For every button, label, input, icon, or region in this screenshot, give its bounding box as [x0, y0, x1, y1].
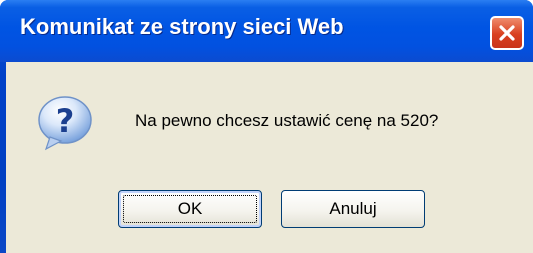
dialog-body: ? Na pewno chcesz ustawić cenę na 520? O…: [6, 62, 533, 253]
close-icon: [499, 25, 515, 41]
dialog-window: Komunikat ze strony sieci Web ? Na pewno…: [0, 0, 533, 253]
cancel-button-label: Anuluj: [329, 199, 377, 218]
title-bar[interactable]: Komunikat ze strony sieci Web: [0, 0, 533, 62]
close-button[interactable]: [490, 16, 524, 50]
cancel-button[interactable]: Anuluj: [281, 190, 425, 228]
svg-text:?: ?: [56, 102, 75, 140]
ok-button[interactable]: OK: [118, 190, 262, 228]
focus-ring: [123, 195, 257, 223]
question-icon: ?: [38, 96, 92, 151]
window-title: Komunikat ze strony sieci Web: [20, 14, 344, 39]
dialog-message: Na pewno chcesz ustawić cenę na 520?: [135, 111, 439, 130]
